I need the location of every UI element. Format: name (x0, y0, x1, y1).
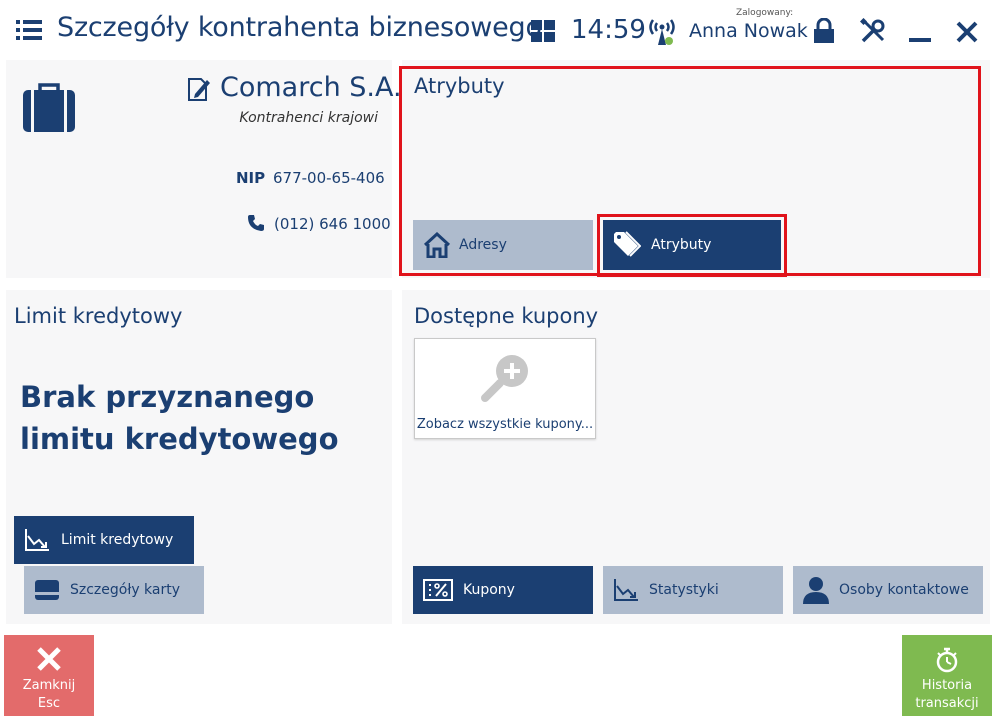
card-details-button[interactable]: Szczegóły karty (24, 566, 204, 614)
chart-down-icon (614, 579, 638, 601)
close-icon[interactable] (955, 20, 979, 44)
card-icon (35, 580, 59, 600)
contact-persons-button[interactable]: Osoby kontaktowe (793, 566, 983, 614)
company-name: Comarch S.A. (220, 72, 402, 103)
close-icon (37, 647, 61, 671)
lock-icon[interactable] (812, 17, 836, 44)
briefcase-icon (22, 80, 76, 134)
coupons-title: Dostępne kupony (414, 304, 599, 328)
highlight-frame-button (597, 214, 787, 277)
windows-icon[interactable] (531, 20, 555, 42)
close-label: Zamknij (22, 678, 76, 693)
user-name: Anna Nowak (689, 20, 808, 42)
menu-icon[interactable] (16, 18, 42, 42)
phone-value: (012) 646 1000 (274, 215, 391, 233)
logged-in-label: Zalogowany: (736, 8, 794, 18)
edit-icon[interactable] (185, 75, 213, 103)
clock: 14:59 (571, 15, 646, 45)
minimize-icon[interactable] (908, 20, 932, 44)
contact-persons-button-label: Osoby kontaktowe (839, 582, 969, 598)
credit-limit-button[interactable]: Limit kredytowy (14, 516, 194, 564)
contractor-group: Kontrahenci krajowi (239, 110, 378, 126)
tools-icon[interactable] (859, 17, 886, 44)
view-all-coupons-label: Zobacz wszystkie kupony... (416, 417, 594, 432)
credit-limit-title: Limit kredytowy (14, 304, 183, 328)
signal-icon (648, 16, 676, 46)
credit-limit-button-label: Limit kredytowy (61, 532, 174, 548)
coupons-button-label: Kupony (463, 582, 515, 598)
person-icon (803, 577, 829, 604)
nip-label: NIP (236, 169, 266, 187)
coupons-button[interactable]: Kupony (413, 566, 593, 614)
statistics-button-label: Statystyki (649, 582, 719, 598)
coupon-percent-icon (423, 579, 453, 601)
nip-value: 677-00-65-406 (273, 169, 385, 187)
history-label-line2: transakcji (915, 696, 979, 711)
close-esc-button[interactable]: Zamknij Esc (4, 635, 94, 716)
page-title: Szczegóły kontrahenta biznesowego (57, 12, 542, 43)
close-shortcut-label: Esc (37, 696, 61, 711)
card-details-button-label: Szczegóły karty (70, 582, 181, 598)
credit-limit-message: Brak przyznanego limitu kredytowego (20, 380, 339, 456)
statistics-button[interactable]: Statystyki (603, 566, 783, 614)
magnifier-plus-icon (481, 352, 531, 402)
chart-down-icon (25, 529, 49, 551)
history-label-line1: Historia (921, 678, 973, 693)
stopwatch-icon (936, 647, 958, 673)
transaction-history-button[interactable]: Historia transakcji (902, 635, 992, 716)
phone-icon (247, 214, 265, 232)
